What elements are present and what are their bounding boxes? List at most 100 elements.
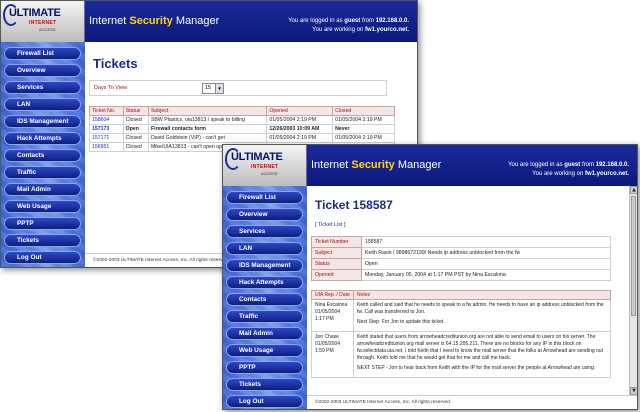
nav-contacts[interactable]: Contacts [4, 149, 81, 162]
nav-tickets[interactable]: Tickets [4, 234, 81, 247]
nav-mail-admin[interactable]: Mail Admin [226, 327, 303, 340]
nav-overview[interactable]: Overview [4, 64, 81, 77]
note-text: NEXT STEP - Jon to hear back from Keith … [357, 365, 596, 371]
field-value: Keith Rasin / 9898672199/ Needs ip addre… [361, 247, 611, 259]
company-logo: ULTIMATE INTERNET ACCESS [223, 145, 307, 186]
chevron-down-icon[interactable]: ▼ [215, 84, 223, 93]
nav-firewall-list[interactable]: Firewall List [226, 191, 303, 204]
col-subject[interactable]: Subject [147, 106, 268, 116]
ticket-subject: SBW Plastics, uia13813 / speak to billin… [147, 115, 268, 125]
col-status[interactable]: Status [122, 106, 149, 116]
app-title-highlight: Security [129, 15, 173, 27]
col-ticket-no[interactable]: Ticket No. [89, 106, 124, 116]
logo-main-text: ULTIMATE [231, 151, 283, 163]
login-mid: from [580, 162, 596, 168]
note-rep: Nina Escalona [315, 302, 348, 308]
nav-lan[interactable]: LAN [226, 242, 303, 255]
logo-sub2-text: ACCESS [39, 27, 56, 32]
ticket-subject: David Goldstein (VIP) - can't get [147, 133, 268, 143]
ticket-detail-window: ULTIMATE INTERNET ACCESS Internet Securi… [222, 144, 638, 410]
note-text: Keith stated that users from arrowheadcr… [357, 334, 603, 361]
ticket-fields-table: Ticket Number 158587 Subject Keith Rasin /… [311, 236, 611, 281]
ticket-link[interactable]: 158604 [89, 115, 124, 125]
login-host: fw1.yourco.net. [364, 27, 409, 33]
ticket-link[interactable]: 156951 [89, 142, 124, 152]
login-user: guest [344, 18, 361, 24]
nav-hack-attempts[interactable]: Hack Attempts [4, 132, 81, 145]
nav-pptp[interactable]: PPTP [4, 217, 81, 230]
nav-ids-management[interactable]: IDS Management [226, 259, 303, 272]
nav-lan[interactable]: LAN [4, 98, 81, 111]
days-select-value: 15 [205, 85, 212, 91]
note-date: 01/05/2004 [315, 341, 341, 347]
app-title: Internet Security Manager [89, 15, 219, 27]
field-label: Opened [311, 269, 362, 281]
note-text: Next Step: For Jon to update this ticket… [357, 319, 445, 325]
nav-traffic[interactable]: Traffic [4, 166, 81, 179]
host-prefix: You are working on [312, 27, 365, 33]
sidebar-nav: Firewall List Overview Services LAN IDS … [223, 186, 307, 409]
field-value: 158587 [361, 236, 611, 248]
nav-pptp[interactable]: PPTP [226, 361, 303, 374]
login-prefix: You are logged in as [288, 18, 345, 24]
logo-sub-text: INTERNET [29, 20, 57, 26]
notes-header-row: UIA Rep. / Date Notes [311, 290, 611, 300]
nav-services[interactable]: Services [4, 81, 81, 94]
nav-hack-attempts[interactable]: Hack Attempts [226, 276, 303, 289]
login-info: You are logged in as guest from 192.168.… [508, 161, 629, 179]
ticket-link[interactable]: 157171 [89, 133, 124, 143]
field-row: Subject Keith Rasin / 9898672199/ Needs i… [311, 247, 611, 259]
nav-overview[interactable]: Overview [226, 208, 303, 221]
ticket-closed: Never [332, 124, 395, 134]
table-row: 157173 Open Firewall contacts form 12/26… [89, 124, 395, 134]
ticket-closed: 01/05/2004 2:19 PM [332, 115, 395, 125]
col-rep-date: UIA Rep. / Date [311, 290, 354, 300]
scroll-thumb[interactable] [631, 196, 636, 316]
nav-web-usage[interactable]: Web Usage [4, 200, 81, 213]
footer-copyright: ©2002-2003 ULTIMATE Internet Access, Inc… [307, 395, 637, 409]
vertical-scrollbar[interactable]: ▲ ▼ [629, 186, 637, 395]
nav-web-usage[interactable]: Web Usage [226, 344, 303, 357]
ticket-opened: 01/05/2004 2:19 PM [266, 133, 334, 143]
col-opened[interactable]: Opened [266, 106, 334, 116]
note-author: Nina Escalona 01/05/2004 1:17 PM [311, 299, 354, 332]
nav-contacts[interactable]: Contacts [226, 293, 303, 306]
company-logo: ULTIMATE INTERNET ACCESS [1, 1, 85, 42]
login-user: guest [564, 162, 581, 168]
scroll-up-icon[interactable]: ▲ [630, 186, 637, 194]
note-row: Nina Escalona 01/05/2004 1:17 PM Keith c… [311, 299, 611, 332]
ticket-link[interactable]: 157173 [89, 124, 124, 134]
host-prefix: You are working on [532, 171, 585, 177]
nav-log-out[interactable]: Log Out [226, 395, 303, 408]
logo-main-text: ULTIMATE [9, 7, 61, 19]
ticket-notes-table: UIA Rep. / Date Notes Nina Escalona 01/0… [311, 290, 611, 378]
app-header: ULTIMATE INTERNET ACCESS Internet Securi… [223, 145, 637, 186]
app-title-prefix: Internet [311, 159, 352, 171]
page-title: Tickets [93, 56, 138, 71]
logo-sub2-text: ACCESS [261, 171, 278, 176]
app-title-highlight: Security [351, 159, 395, 171]
nav-services[interactable]: Services [226, 225, 303, 238]
note-body: Keith called and said that he needs to s… [353, 299, 611, 332]
nav-ids-management[interactable]: IDS Management [4, 115, 81, 128]
app-title-prefix: Internet [89, 15, 130, 27]
note-rep: Jon Chase [315, 334, 339, 340]
nav-traffic[interactable]: Traffic [226, 310, 303, 323]
nav-firewall-list[interactable]: Firewall List [4, 47, 81, 60]
days-select[interactable]: 15 ▼ [202, 83, 224, 94]
ticket-status: Open [122, 124, 149, 134]
col-closed[interactable]: Closed [332, 106, 395, 116]
logo-sub-text: INTERNET [251, 164, 279, 170]
ticket-status: Closed [122, 133, 149, 143]
nav-log-out[interactable]: Log Out [4, 251, 81, 264]
app-title-suffix: Manager [172, 15, 220, 27]
scroll-down-icon[interactable]: ▼ [630, 387, 637, 395]
login-ip: 192.168.0.0. [375, 18, 409, 24]
login-mid: from [360, 18, 376, 24]
ticket-list-link[interactable]: Ticket List [318, 222, 343, 228]
ticket-status: Closed [122, 142, 149, 152]
table-row: 158604 Closed SBW Plastics, uia13813 / s… [89, 115, 395, 125]
nav-tickets[interactable]: Tickets [226, 378, 303, 391]
field-row: Status Open [311, 258, 611, 270]
nav-mail-admin[interactable]: Mail Admin [4, 183, 81, 196]
